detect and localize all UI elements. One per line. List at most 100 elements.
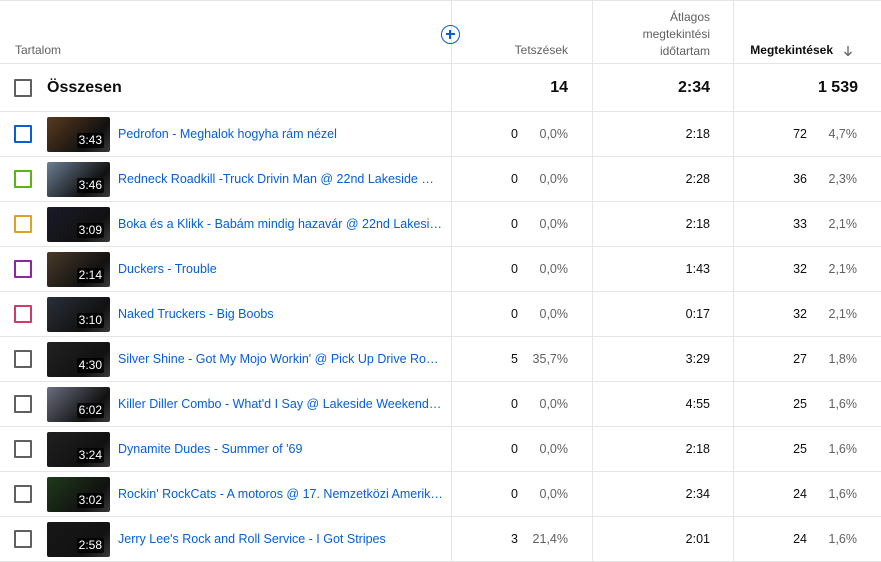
views-column-header[interactable]: Megtekintések xyxy=(740,42,833,59)
content-column-header[interactable]: Tartalom xyxy=(15,42,61,59)
row-checkbox[interactable] xyxy=(14,395,32,413)
avg-duration-value: 2:01 xyxy=(685,532,710,546)
likes-percent: 0,0% xyxy=(539,262,569,276)
video-thumbnail[interactable]: 3:02 xyxy=(47,477,110,512)
views-value: 32 xyxy=(793,262,807,276)
video-title-link[interactable]: Killer Diller Combo - What'd I Say @ Lak… xyxy=(118,397,444,411)
row-checkbox[interactable] xyxy=(14,530,32,548)
video-title-link[interactable]: Silver Shine - Got My Mojo Workin' @ Pic… xyxy=(118,352,444,366)
likes-percent: 0,0% xyxy=(539,397,569,411)
totals-likes: 14 xyxy=(550,79,568,96)
row-checkbox[interactable] xyxy=(14,170,32,188)
table-row[interactable]: 3:43 Pedrofon - Meghalok hogyha rám néze… xyxy=(0,112,881,157)
table-row[interactable]: 3:02 Rockin' RockCats - A motoros @ 17. … xyxy=(0,472,881,517)
avg-duration-value: 4:55 xyxy=(685,397,710,411)
likes-percent: 0,0% xyxy=(539,217,569,231)
row-checkbox[interactable] xyxy=(14,260,32,278)
likes-value: 3 xyxy=(511,532,518,546)
views-percent: 2,3% xyxy=(828,172,858,186)
views-percent: 2,1% xyxy=(828,217,858,231)
avg-duration-value: 2:18 xyxy=(685,217,710,231)
avg-duration-value: 2:34 xyxy=(685,487,710,501)
row-checkbox[interactable] xyxy=(14,215,32,233)
add-column-icon[interactable] xyxy=(441,25,460,44)
likes-percent: 21,4% xyxy=(532,532,568,546)
video-thumbnail[interactable]: 3:24 xyxy=(47,432,110,467)
video-thumbnail[interactable]: 3:46 xyxy=(47,162,110,197)
views-value: 25 xyxy=(793,442,807,456)
avg-duration-value: 1:43 xyxy=(685,262,710,276)
views-percent: 2,1% xyxy=(828,262,858,276)
totals-views: 1 539 xyxy=(817,79,858,96)
table-row[interactable]: 2:58 Jerry Lee's Rock and Roll Service -… xyxy=(0,517,881,562)
views-value: 24 xyxy=(793,487,807,501)
table-row[interactable]: 6:02 Killer Diller Combo - What'd I Say … xyxy=(0,382,881,427)
video-thumbnail[interactable]: 2:14 xyxy=(47,252,110,287)
totals-label: Összesen xyxy=(47,79,122,96)
likes-value: 0 xyxy=(511,442,518,456)
video-title-link[interactable]: Naked Truckers - Big Boobs xyxy=(118,307,444,321)
row-checkbox[interactable] xyxy=(14,485,32,503)
likes-value: 0 xyxy=(511,262,518,276)
views-value: 25 xyxy=(793,397,807,411)
likes-value: 0 xyxy=(511,127,518,141)
avg-duration-value: 2:28 xyxy=(685,172,710,186)
views-value: 33 xyxy=(793,217,807,231)
table-row[interactable]: 3:10 Naked Truckers - Big Boobs 0 0,0% 0… xyxy=(0,292,881,337)
row-checkbox[interactable] xyxy=(14,350,32,368)
video-thumbnail[interactable]: 4:30 xyxy=(47,342,110,377)
views-value: 36 xyxy=(793,172,807,186)
video-thumbnail[interactable]: 3:10 xyxy=(47,297,110,332)
views-percent: 4,7% xyxy=(828,127,858,141)
likes-percent: 0,0% xyxy=(539,172,569,186)
avg-duration-value: 0:17 xyxy=(685,307,710,321)
select-all-checkbox[interactable] xyxy=(14,79,32,97)
avg-duration-column-header[interactable]: Átlagos megtekintési időtartam xyxy=(600,9,710,60)
views-percent: 1,6% xyxy=(828,487,858,501)
views-percent: 2,1% xyxy=(828,307,858,321)
video-title-link[interactable]: Duckers - Trouble xyxy=(118,262,444,276)
analytics-table: Tartalom Tetszések Átlagos megtekintési … xyxy=(0,0,881,562)
video-title-link[interactable]: Redneck Roadkill -Truck Drivin Man @ 22n… xyxy=(118,172,444,186)
row-checkbox[interactable] xyxy=(14,125,32,143)
likes-column-header[interactable]: Tetszések xyxy=(460,42,568,59)
video-thumbnail[interactable]: 3:43 xyxy=(47,117,110,152)
video-duration: 2:14 xyxy=(76,268,104,283)
row-checkbox[interactable] xyxy=(14,440,32,458)
table-row[interactable]: 3:09 Boka és a Klikk - Babám mindig haza… xyxy=(0,202,881,247)
row-checkbox[interactable] xyxy=(14,305,32,323)
likes-percent: 0,0% xyxy=(539,307,569,321)
likes-percent: 35,7% xyxy=(532,352,568,366)
likes-value: 0 xyxy=(511,172,518,186)
table-row[interactable]: 3:24 Dynamite Dudes - Summer of '69 0 0,… xyxy=(0,427,881,472)
totals-avg-duration: 2:34 xyxy=(677,79,710,96)
video-duration: 3:10 xyxy=(76,313,104,328)
views-percent: 1,6% xyxy=(828,397,858,411)
table-row[interactable]: 2:14 Duckers - Trouble 0 0,0% 1:43 32 2,… xyxy=(0,247,881,292)
likes-percent: 0,0% xyxy=(539,127,569,141)
video-duration: 2:58 xyxy=(76,538,104,553)
video-title-link[interactable]: Jerry Lee's Rock and Roll Service - I Go… xyxy=(118,532,444,546)
views-percent: 1,8% xyxy=(828,352,858,366)
video-duration: 3:24 xyxy=(76,448,104,463)
video-thumbnail[interactable]: 6:02 xyxy=(47,387,110,422)
video-duration: 3:43 xyxy=(76,133,104,148)
video-title-link[interactable]: Dynamite Dudes - Summer of '69 xyxy=(118,442,444,456)
table-header: Tartalom Tetszések Átlagos megtekintési … xyxy=(0,0,881,64)
table-row[interactable]: 4:30 Silver Shine - Got My Mojo Workin' … xyxy=(0,337,881,382)
table-row[interactable]: 3:46 Redneck Roadkill -Truck Drivin Man … xyxy=(0,157,881,202)
video-duration: 6:02 xyxy=(76,403,104,418)
avg-duration-value: 3:29 xyxy=(685,352,710,366)
views-percent: 1,6% xyxy=(828,532,858,546)
video-thumbnail[interactable]: 2:58 xyxy=(47,522,110,557)
likes-percent: 0,0% xyxy=(539,442,569,456)
video-duration: 3:46 xyxy=(76,178,104,193)
views-percent: 1,6% xyxy=(828,442,858,456)
video-thumbnail[interactable]: 3:09 xyxy=(47,207,110,242)
video-title-link[interactable]: Boka és a Klikk - Babám mindig hazavár @… xyxy=(118,217,444,231)
video-title-link[interactable]: Pedrofon - Meghalok hogyha rám nézel xyxy=(118,127,444,141)
sort-descending-icon[interactable] xyxy=(843,45,853,57)
avg-duration-value: 2:18 xyxy=(685,127,710,141)
avg-duration-value: 2:18 xyxy=(685,442,710,456)
video-title-link[interactable]: Rockin' RockCats - A motoros @ 17. Nemze… xyxy=(118,487,444,501)
